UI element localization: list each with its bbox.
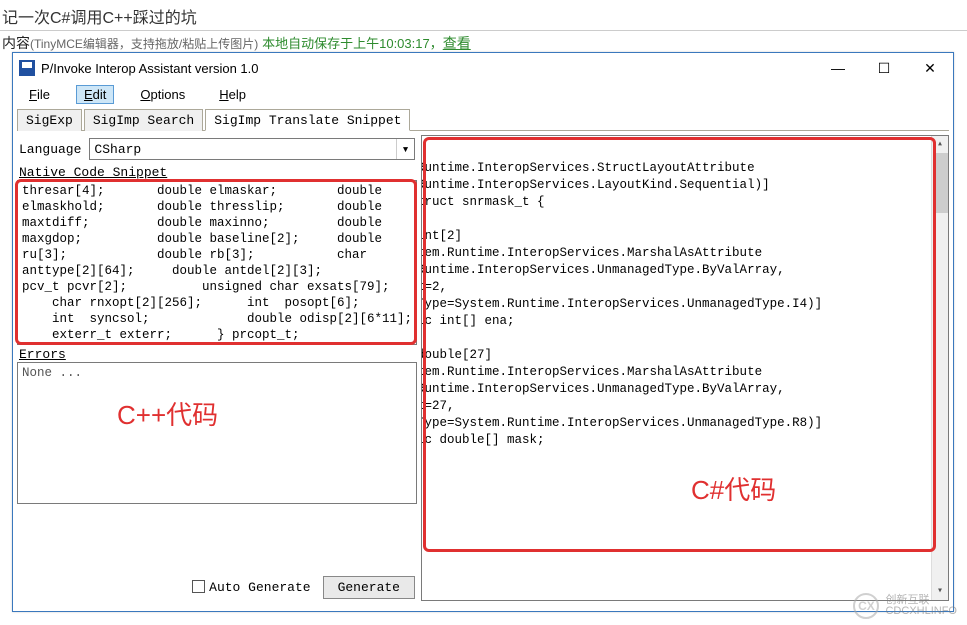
tab-sigimp-search[interactable]: SigImp Search (84, 109, 203, 131)
app-window: P/Invoke Interop Assistant version 1.0 —… (12, 52, 954, 612)
autosave-text: 本地自动保存于上午10:03:17， (262, 36, 443, 51)
menu-help[interactable]: Help (211, 85, 254, 104)
vertical-scrollbar[interactable]: ▴ ▾ (931, 136, 948, 600)
errors-label: Errors (17, 345, 417, 362)
tab-sigexp[interactable]: SigExp (17, 109, 82, 131)
watermark-logo-icon: CX (853, 593, 879, 619)
left-pane: Language CSharp ▾ Native Code Snippet th… (17, 135, 417, 601)
language-label: Language (19, 142, 81, 157)
native-code-input[interactable]: thresar[4]; double elmaskar; double elma… (17, 180, 417, 345)
menubar: File Edit Options Help (13, 83, 953, 108)
editor-hint: (TinyMCE编辑器，支持拖放/粘贴上传图片) (30, 37, 258, 51)
scroll-up-icon[interactable]: ▴ (932, 136, 948, 153)
content-label: 内容 (2, 35, 30, 51)
close-button[interactable]: ✕ (907, 53, 953, 83)
output-text: [System.Runtime.InteropServices.StructLa… (421, 160, 822, 466)
tab-sigimp-translate[interactable]: SigImp Translate Snippet (205, 109, 410, 131)
output-code[interactable]: [System.Runtime.InteropServices.StructLa… (421, 135, 949, 601)
menu-file[interactable]: File (21, 85, 58, 104)
language-combo[interactable]: CSharp ▾ (89, 138, 415, 160)
watermark-line2: CDCXHLINFO (885, 606, 957, 617)
window-title: P/Invoke Interop Assistant version 1.0 (41, 61, 815, 76)
maximize-button[interactable]: ☐ (861, 53, 907, 83)
menu-edit[interactable]: Edit (76, 85, 114, 104)
content-area: Language CSharp ▾ Native Code Snippet th… (13, 131, 953, 605)
language-value: CSharp (94, 142, 141, 157)
checkbox-icon[interactable] (192, 580, 205, 593)
titlebar[interactable]: P/Invoke Interop Assistant version 1.0 —… (13, 53, 953, 83)
app-icon (19, 60, 35, 76)
minimize-button[interactable]: — (815, 53, 861, 83)
view-link[interactable]: 查看 (443, 35, 471, 51)
generate-row: Auto Generate Generate (17, 570, 417, 601)
right-pane: [System.Runtime.InteropServices.StructLa… (421, 135, 949, 601)
generate-button[interactable]: Generate (323, 576, 415, 599)
window-controls: — ☐ ✕ (815, 53, 953, 83)
chevron-down-icon[interactable]: ▾ (396, 139, 414, 159)
native-code-label: Native Code Snippet (17, 163, 417, 180)
menu-options[interactable]: Options (132, 85, 193, 104)
page-title: 记一次C#调用C++踩过的坑 (0, 0, 967, 31)
auto-generate-checkbox[interactable]: Auto Generate (192, 580, 310, 595)
errors-output: None ... (17, 362, 417, 504)
language-row: Language CSharp ▾ (17, 135, 417, 163)
tabstrip: SigExp SigImp Search SigImp Translate Sn… (17, 108, 949, 131)
watermark: CX 创新互联 CDCXHLINFO (853, 593, 957, 619)
scroll-thumb[interactable] (933, 153, 948, 213)
